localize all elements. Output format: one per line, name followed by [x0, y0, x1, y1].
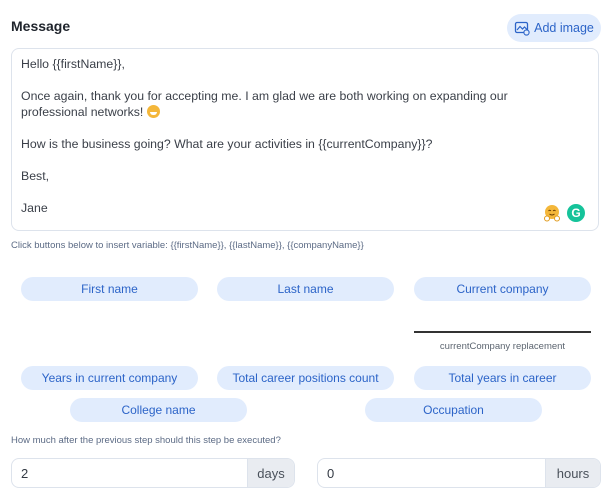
variable-last-name-button[interactable]: Last name [217, 277, 394, 301]
add-image-button[interactable]: Add image [507, 14, 601, 42]
message-line: Hello {{firstName}}, [21, 57, 125, 71]
variable-years-in-current-company-button[interactable]: Years in current company [21, 366, 198, 390]
variable-college-name-button[interactable]: College name [70, 398, 247, 422]
image-icon [514, 21, 530, 36]
message-line: How is the business going? What are your… [21, 137, 433, 151]
hugging-emoji-icon[interactable] [543, 204, 561, 222]
variable-total-years-in-career-button[interactable]: Total years in career [414, 366, 591, 390]
message-line: Best, [21, 169, 50, 183]
hours-unit-label: hours [545, 459, 600, 487]
variable-current-company-button[interactable]: Current company [414, 277, 591, 301]
message-line: Jane [21, 201, 48, 215]
add-image-label: Add image [534, 21, 594, 35]
variable-first-name-button[interactable]: First name [21, 277, 198, 301]
current-company-replacement-label: currentCompany replacement [439, 341, 566, 352]
delay-question: How much after the previous step should … [11, 435, 281, 446]
message-line: professional networks! [21, 105, 144, 119]
insert-variable-hint: Click buttons below to insert variable: … [11, 240, 364, 251]
hours-input[interactable]: 0 [318, 459, 545, 487]
hours-input-group: 0 hours [317, 458, 601, 488]
variable-occupation-button[interactable]: Occupation [365, 398, 542, 422]
grinning-emoji-icon [146, 105, 160, 118]
days-input-group: 2 days [11, 458, 295, 488]
days-input[interactable]: 2 [12, 459, 247, 487]
current-company-replacement-input[interactable] [414, 331, 591, 333]
message-textarea[interactable]: Hello {{firstName}}, Once again, thank y… [11, 48, 599, 231]
message-line: Once again, thank you for accepting me. … [21, 89, 508, 103]
variable-total-career-positions-button[interactable]: Total career positions count [217, 366, 394, 390]
days-unit-label: days [247, 459, 294, 487]
message-title: Message [11, 18, 71, 34]
grammarly-icon[interactable]: G [567, 204, 585, 222]
